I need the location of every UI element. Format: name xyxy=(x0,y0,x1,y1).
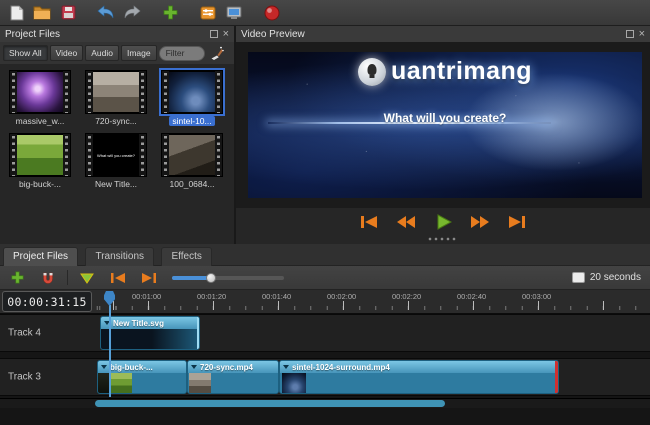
clip-menu-caret-icon[interactable] xyxy=(283,365,289,369)
file-item-big-buck[interactable]: big-buck-... xyxy=(2,133,78,189)
play-button[interactable] xyxy=(431,213,455,231)
file-thumbnail xyxy=(9,133,71,177)
ruler-mark: 00:01:00 xyxy=(132,292,162,301)
filter-video-button[interactable]: Video xyxy=(49,45,84,61)
previous-marker-button[interactable] xyxy=(106,269,130,287)
close-panel-icon[interactable]: × xyxy=(639,28,645,39)
clip-frame-thumb xyxy=(282,373,306,393)
clip-menu-caret-icon[interactable] xyxy=(191,365,197,369)
file-thumbnail xyxy=(161,70,223,114)
lightbulb-icon xyxy=(357,57,386,86)
jump-to-start-button[interactable] xyxy=(357,213,381,231)
watermark-text: uantrimang xyxy=(390,57,533,85)
project-files-header: Project Files × xyxy=(0,26,234,42)
track-3-label: Track 3 xyxy=(8,371,41,383)
save-project-button[interactable] xyxy=(57,2,79,24)
timeline-toolbar: 20 seconds xyxy=(0,266,650,290)
project-files-panel: Project Files × Show All Video Audio Ima… xyxy=(0,26,234,244)
zoom-scale: 20 seconds xyxy=(571,272,645,283)
ruler-ticks-major xyxy=(95,301,650,310)
clip-menu-caret-icon[interactable] xyxy=(101,365,107,369)
ruler-mark: 00:02:00 xyxy=(327,292,357,301)
fullscreen-button[interactable] xyxy=(223,2,245,24)
track-4-row[interactable]: Track 4 New Title.svg xyxy=(0,314,650,352)
clip-frame-thumb xyxy=(189,373,211,393)
zoom-slider-handle[interactable] xyxy=(205,272,216,283)
clip-trim-handle[interactable] xyxy=(555,361,558,393)
ruler-mark: 00:03:00 xyxy=(522,292,552,301)
filter-input[interactable] xyxy=(158,45,205,61)
openshot-window: Project Files × Show All Video Audio Ima… xyxy=(0,0,650,425)
hscrollbar-thumb[interactable] xyxy=(95,400,445,407)
file-item-new-title[interactable]: What will you create? New Title... xyxy=(78,133,154,189)
main-toolbar xyxy=(0,0,650,26)
file-thumbnail xyxy=(161,133,223,177)
undock-panel-icon[interactable] xyxy=(625,30,634,38)
redo-button[interactable] xyxy=(121,2,143,24)
zoom-slider[interactable] xyxy=(172,271,284,285)
video-preview-header: Video Preview × xyxy=(236,26,650,42)
file-item-massive-w[interactable]: massive_w... xyxy=(2,70,78,126)
file-thumbnail xyxy=(85,70,147,114)
filter-audio-button[interactable]: Audio xyxy=(85,45,119,61)
video-stage: uantrimang What will you create? xyxy=(236,42,650,208)
zoom-level-label: 20 seconds xyxy=(589,272,641,283)
import-files-button[interactable] xyxy=(159,2,181,24)
undock-panel-icon[interactable] xyxy=(209,30,218,38)
add-marker-button[interactable] xyxy=(75,269,99,287)
tab-effects[interactable]: Effects xyxy=(161,247,212,266)
tab-transitions[interactable]: Transitions xyxy=(85,247,155,266)
playhead-line[interactable] xyxy=(109,305,111,397)
ruler-mark: 00:02:20 xyxy=(392,292,422,301)
add-track-button[interactable] xyxy=(5,269,29,287)
close-panel-icon[interactable]: × xyxy=(223,28,229,39)
file-thumbnail: What will you create? xyxy=(85,133,147,177)
export-video-button[interactable] xyxy=(261,2,283,24)
jump-to-end-button[interactable] xyxy=(505,213,529,231)
new-project-button[interactable] xyxy=(5,2,27,24)
next-marker-button[interactable] xyxy=(137,269,161,287)
video-frame: uantrimang What will you create? xyxy=(248,52,642,198)
video-overlay-text: What will you create? xyxy=(383,110,507,125)
undo-button[interactable] xyxy=(95,2,117,24)
tab-project-files[interactable]: Project Files xyxy=(3,247,79,266)
filter-show-all-button[interactable]: Show All xyxy=(3,45,48,61)
timeline-ruler[interactable]: 00:01:00 00:01:20 00:01:40 00:02:00 00:0… xyxy=(0,290,650,314)
snapping-toggle[interactable] xyxy=(36,269,60,287)
clear-filter-icon[interactable] xyxy=(210,46,224,60)
files-filter-row: Show All Video Audio Image xyxy=(0,42,234,64)
filter-image-button[interactable]: Image xyxy=(120,45,157,61)
watermark: uantrimang xyxy=(248,57,642,86)
choose-profile-button[interactable] xyxy=(197,2,219,24)
rewind-button[interactable] xyxy=(394,213,418,231)
project-files-grid: massive_w... 720-sync... sintel-10... bi… xyxy=(0,64,234,244)
file-item-720-sync[interactable]: 720-sync... xyxy=(78,70,154,126)
ruler-mark: 00:02:40 xyxy=(457,292,487,301)
timeline-hscrollbar[interactable] xyxy=(0,398,650,408)
playhead-timecode: 00:00:31:15 xyxy=(2,291,92,312)
timeline-tracks: Track 4 New Title.svg Track 3 big-buck-.… xyxy=(0,314,650,425)
track-4-label: Track 4 xyxy=(8,327,41,339)
open-project-button[interactable] xyxy=(31,2,53,24)
clip-sintel-surround[interactable]: sintel-1024-surround.mp4 xyxy=(279,360,559,394)
clip-frame-thumb xyxy=(110,373,132,393)
file-item-100-0684[interactable]: 100_0684... xyxy=(154,133,230,189)
clip-new-title[interactable]: New Title.svg xyxy=(100,316,200,350)
ruler-mark: 00:01:40 xyxy=(262,292,292,301)
video-preview-panel: Video Preview × uantrimang What will you… xyxy=(236,26,650,244)
video-preview-title: Video Preview xyxy=(241,28,305,40)
fast-forward-button[interactable] xyxy=(468,213,492,231)
ruler-mark: 00:01:20 xyxy=(197,292,227,301)
clip-big-buck[interactable]: big-buck-... xyxy=(97,360,187,394)
splitter-handle[interactable] xyxy=(428,237,458,242)
transport-controls xyxy=(236,212,650,232)
track-3-row[interactable]: Track 3 big-buck-... 720-sync.mp4 sintel… xyxy=(0,358,650,396)
panel-tabs: Project Files Transitions Effects xyxy=(0,244,650,266)
clip-right-handle[interactable] xyxy=(197,317,199,349)
file-item-sintel[interactable]: sintel-10... xyxy=(154,70,230,126)
file-thumbnail xyxy=(9,70,71,114)
clip-720-sync[interactable]: 720-sync.mp4 xyxy=(187,360,279,394)
zoom-scale-icon[interactable] xyxy=(571,272,585,283)
project-files-title: Project Files xyxy=(5,28,61,40)
